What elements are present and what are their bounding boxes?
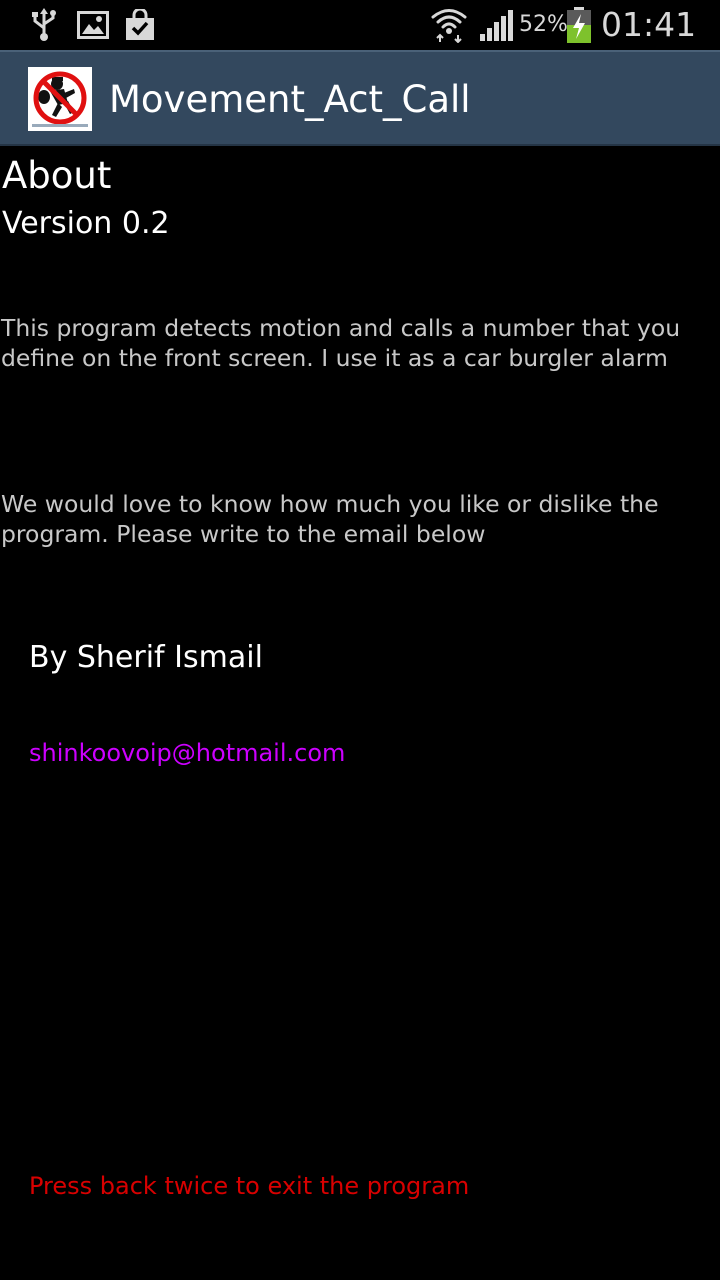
status-bar: 52% 01:41 (0, 0, 720, 50)
no-burglar-icon (28, 67, 92, 131)
page-title: About (2, 154, 112, 197)
battery-percent: 52% (519, 12, 568, 37)
email-link[interactable]: shinkoovoip@hotmail.com (29, 739, 345, 767)
clock: 01:41 (601, 5, 697, 44)
battery-charging-icon (566, 0, 592, 50)
author-label: By Sherif Ismail (29, 640, 263, 675)
action-bar: Movement_Act_Call (0, 50, 720, 146)
version-label: Version 0.2 (2, 206, 170, 241)
wifi-icon (430, 0, 468, 50)
signal-icon (479, 0, 515, 50)
about-content: About Version 0.2 This program detects m… (0, 146, 720, 1280)
store-bag-icon (124, 0, 156, 50)
gallery-icon (77, 0, 109, 50)
usb-icon (30, 0, 58, 50)
description-text: This program detects motion and calls a … (1, 314, 681, 372)
feedback-text: We would love to know how much you like … (1, 490, 659, 548)
app-title: Movement_Act_Call (109, 78, 471, 121)
exit-hint: Press back twice to exit the program (29, 1172, 470, 1200)
